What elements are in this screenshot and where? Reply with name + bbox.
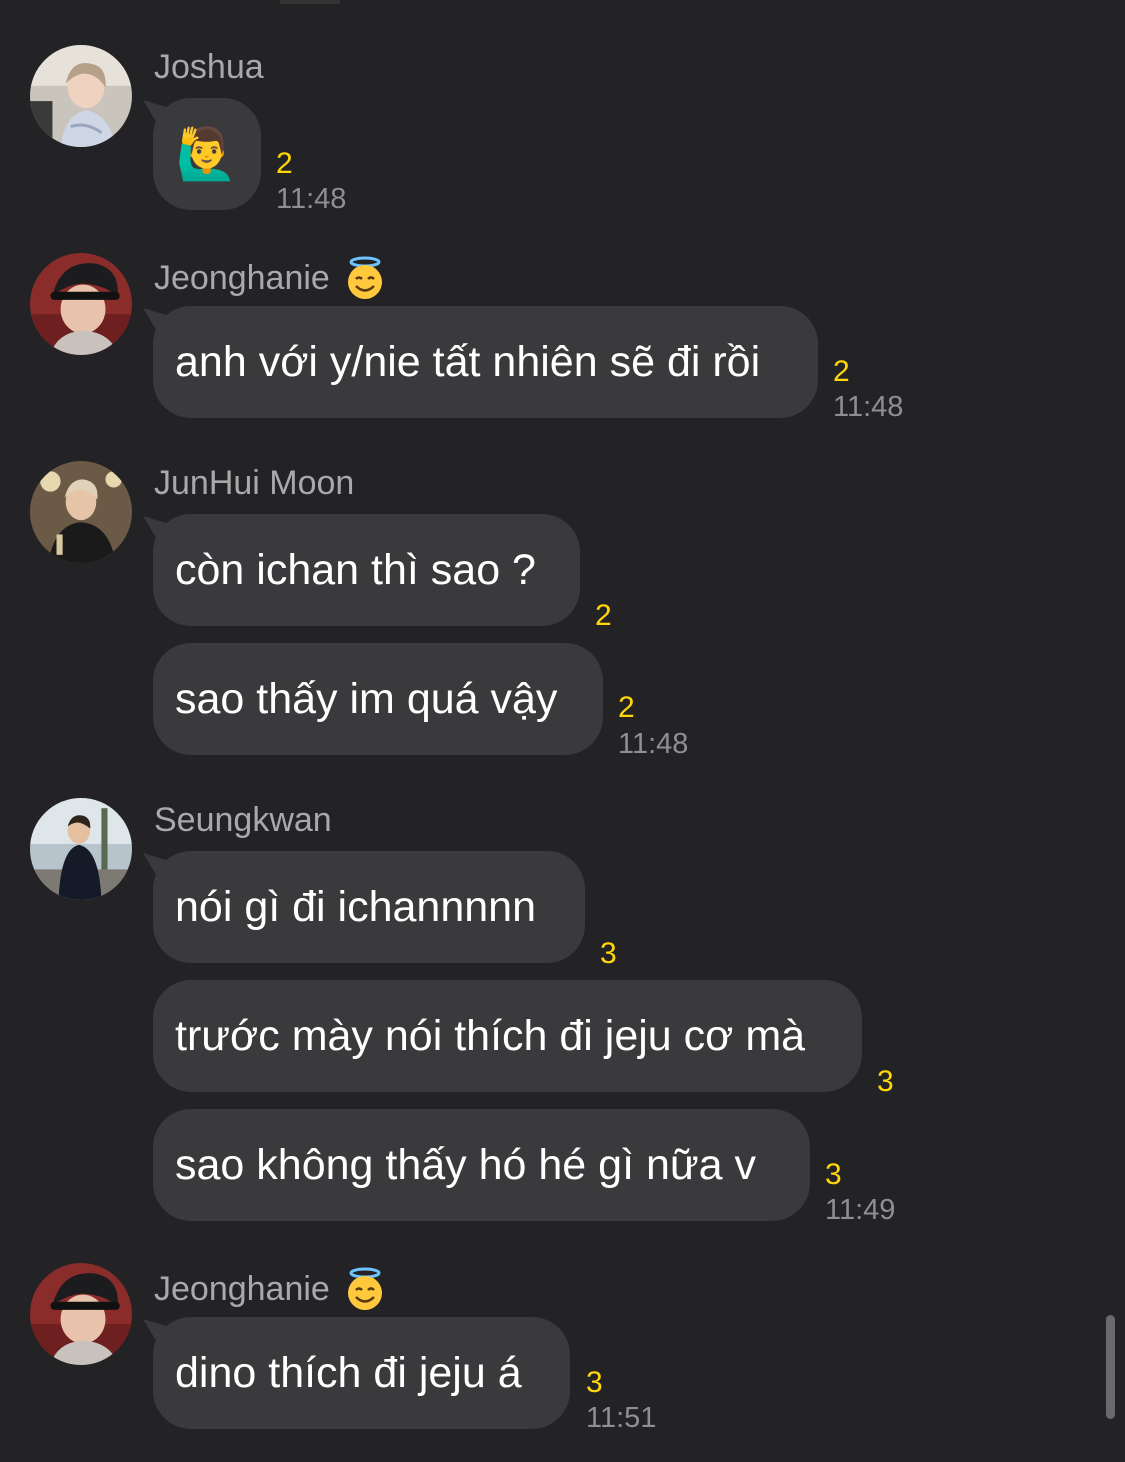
unread-count: 2 xyxy=(276,147,293,180)
message-text: trước mày nói thích đi jeju cơ mà xyxy=(175,1011,806,1060)
angel-face-icon xyxy=(347,256,382,299)
avatar-seungkwan[interactable] xyxy=(30,798,132,900)
message-text: còn ichan thì sao ? xyxy=(175,545,536,594)
sender-name: Joshua xyxy=(154,48,264,86)
avatar-jeonghanie[interactable] xyxy=(30,1263,132,1365)
unread-count: 2 xyxy=(595,599,612,632)
message-text: sao không thấy hó hé gì nữa v xyxy=(175,1140,757,1189)
message-time: 11:48 xyxy=(276,183,347,215)
message-bubble[interactable]: còn ichan thì sao ? xyxy=(153,514,580,626)
message-bubble[interactable]: sao thấy im quá vậy xyxy=(153,643,603,755)
unread-count: 2 xyxy=(833,355,850,388)
message-bubble[interactable]: nói gì đi ichannnnn xyxy=(153,851,585,963)
sender-name: Jeonghanie xyxy=(154,255,388,301)
message-text: anh với y/nie tất nhiên sẽ đi rồi xyxy=(175,337,761,386)
sender-name: Seungkwan xyxy=(154,801,332,839)
message-text: sao thấy im quá vậy xyxy=(175,674,558,723)
message-bubble[interactable]: 🙋‍♂️ xyxy=(153,98,261,210)
unread-count: 3 xyxy=(600,937,617,970)
person-raising-hand-icon: 🙋‍♂️ xyxy=(175,126,239,182)
message-bubble[interactable]: sao không thấy hó hé gì nữa v xyxy=(153,1109,810,1221)
message-text: nói gì đi ichannnnn xyxy=(175,882,537,931)
unread-count: 2 xyxy=(618,691,635,724)
previous-content-edge xyxy=(280,0,340,4)
message-bubble[interactable]: anh với y/nie tất nhiên sẽ đi rồi xyxy=(153,306,818,418)
sender-name: Jeonghanie xyxy=(154,1266,388,1312)
message-bubble[interactable]: trước mày nói thích đi jeju cơ mà xyxy=(153,980,862,1092)
avatar-joshua[interactable] xyxy=(30,45,132,147)
unread-count: 3 xyxy=(825,1158,842,1191)
avatar-junhui[interactable] xyxy=(30,461,132,563)
message-bubble[interactable]: dino thích đi jeju á xyxy=(153,1317,570,1429)
message-time: 11:48 xyxy=(618,728,689,760)
unread-count: 3 xyxy=(586,1366,603,1399)
avatar-jeonghanie[interactable] xyxy=(30,253,132,355)
message-time: 11:51 xyxy=(586,1402,657,1434)
unread-count: 3 xyxy=(877,1065,894,1098)
message-time: 11:48 xyxy=(833,391,904,423)
scrollbar[interactable] xyxy=(1106,1315,1115,1419)
message-text: dino thích đi jeju á xyxy=(175,1348,522,1397)
angel-face-icon xyxy=(347,1267,382,1310)
sender-name: JunHui Moon xyxy=(154,464,355,502)
message-time: 11:49 xyxy=(825,1194,896,1226)
